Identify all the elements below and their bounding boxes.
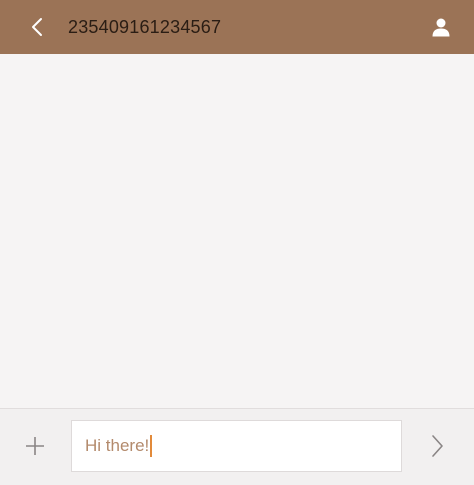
chevron-left-icon [32, 18, 42, 36]
contact-button[interactable] [426, 12, 456, 42]
compose-bar: Hi there! [0, 408, 474, 485]
message-input-field[interactable]: Hi there! [71, 420, 402, 472]
back-button[interactable] [22, 12, 52, 42]
message-input-value: Hi there! [85, 435, 150, 455]
send-button[interactable] [422, 431, 452, 461]
message-input-text[interactable]: Hi there! [85, 435, 153, 458]
plus-icon [26, 437, 44, 455]
message-list[interactable] [0, 54, 474, 408]
conversation-screen: 235409161234567 Hi there! [0, 0, 474, 485]
chevron-right-icon [432, 435, 443, 457]
app-bar: 235409161234567 [0, 0, 474, 54]
attach-button[interactable] [20, 431, 50, 461]
conversation-title: 235409161234567 [68, 17, 222, 37]
person-icon [432, 18, 450, 37]
text-cursor [150, 435, 153, 458]
